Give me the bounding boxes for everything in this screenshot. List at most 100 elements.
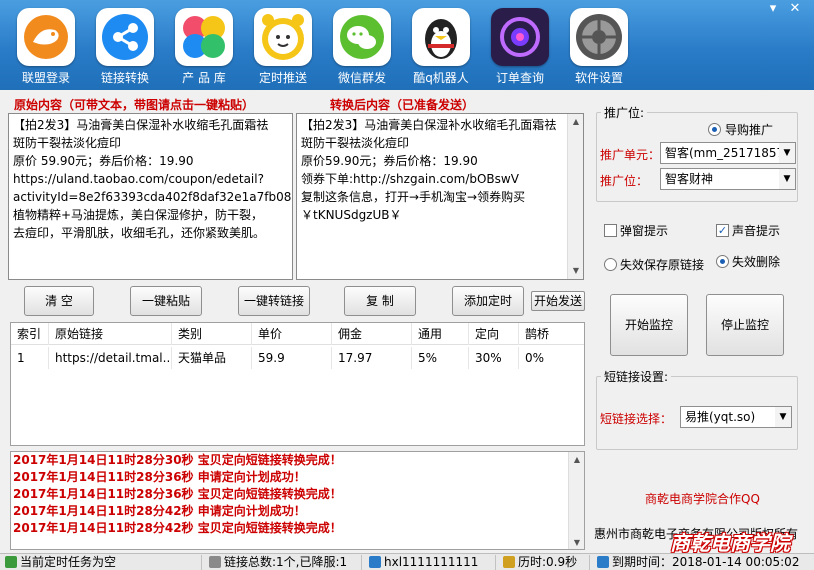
column-header[interactable]: 定向 xyxy=(469,323,519,345)
cell-targeted: 30% xyxy=(469,347,519,369)
add-timer-button[interactable]: 添加定时 xyxy=(452,286,524,316)
tool-label: 软件设置 xyxy=(574,71,623,85)
chevron-down-icon: ▼ xyxy=(779,169,795,189)
promo-unit-select[interactable]: 智客(mm_25171857_ ▼ xyxy=(660,142,796,164)
column-header[interactable]: 原始链接 xyxy=(49,323,172,345)
minimize-button[interactable]: ▾ xyxy=(764,2,782,18)
guide-promo-label: 导购推广 xyxy=(725,123,774,137)
tool-label: 链接转换 xyxy=(100,71,149,85)
source-text: 【拍2发3】马油膏美白保湿补水收缩毛孔面霜祛斑防干裂祛淡化痘印 原价 59.90… xyxy=(13,118,292,240)
delete-invalid-label: 失效删除 xyxy=(732,255,781,269)
promo-position-label: 推广位： xyxy=(600,174,649,188)
toolbar: 联盟登录 链接转换 产 品 库 定时推送 微信群发 酷q机器人 订单查询 软件设… xyxy=(0,0,814,90)
tool-link-convert[interactable]: 链接转换 xyxy=(88,8,162,88)
popup-checkbox[interactable] xyxy=(604,224,617,237)
start-send-button[interactable]: 开始发送 xyxy=(531,291,585,311)
tool-alliance-login[interactable]: 联盟登录 xyxy=(9,8,83,88)
bubbles-icon xyxy=(175,8,233,66)
shortlink-select[interactable]: 易推(yqt.so) ▼ xyxy=(680,406,792,428)
scroll-down-icon[interactable]: ▼ xyxy=(568,263,583,279)
settings-icon xyxy=(570,8,628,66)
log-scrollbar[interactable]: ▲ ▼ xyxy=(568,452,584,549)
popup-label: 弹窗提示 xyxy=(620,224,669,238)
tool-label: 微信群发 xyxy=(337,71,386,85)
scroll-up-icon[interactable]: ▲ xyxy=(569,452,584,468)
chevron-down-icon: ▼ xyxy=(779,143,795,163)
shortlink-group-label: 短链接设置: xyxy=(601,368,672,385)
tool-label: 定时推送 xyxy=(258,71,307,85)
status-links: 链接总数:1个,已降服:1 xyxy=(206,555,362,570)
table-row[interactable]: 1 https://detail.tmal... 天猫单品 59.9 17.97… xyxy=(11,347,584,369)
column-header[interactable]: 通用 xyxy=(412,323,469,345)
keep-invalid-radio[interactable] xyxy=(604,258,617,271)
column-header[interactable]: 类别 xyxy=(172,323,252,345)
tool-label: 产 品 库 xyxy=(182,71,226,85)
tool-product-library[interactable]: 产 品 库 xyxy=(167,8,241,88)
promo-group-label: 推广位: xyxy=(601,104,648,121)
close-button[interactable]: ✕ xyxy=(786,2,804,18)
tool-label: 联盟登录 xyxy=(21,71,70,85)
timer-icon xyxy=(5,556,17,568)
stop-monitor-button[interactable]: 停止监控 xyxy=(706,294,784,356)
guide-promo-radio[interactable] xyxy=(708,123,721,136)
alarm-clock-icon xyxy=(254,8,312,66)
delete-invalid-radio[interactable] xyxy=(716,255,729,268)
converted-text: 【拍2发3】马油膏美白保湿补水收缩毛孔面霜祛斑防干裂祛淡化痘印 原价59.90元… xyxy=(301,118,557,222)
sound-checkbox[interactable]: ✓ xyxy=(716,224,729,237)
cell-magpie-bridge: 0% xyxy=(525,351,545,365)
order-icon xyxy=(491,8,549,66)
scroll-up-icon[interactable]: ▲ xyxy=(568,114,583,130)
link-icon xyxy=(209,556,221,568)
column-header[interactable]: 单价 xyxy=(252,323,332,345)
converted-scrollbar[interactable]: ▲ ▼ xyxy=(567,114,583,279)
cell-original-link: https://detail.tmal... xyxy=(49,347,172,369)
log-output[interactable]: 2017年1月14日11时28分30秒 宝贝定向短链接转换完成！ 2017年1月… xyxy=(10,451,585,550)
cell-price: 59.9 xyxy=(252,347,332,369)
tool-label: 订单查询 xyxy=(495,71,544,85)
start-monitor-button[interactable]: 开始监控 xyxy=(610,294,688,356)
promo-unit-value: 智客(mm_25171857_ xyxy=(665,146,791,160)
tool-label: 酷q机器人 xyxy=(413,71,469,85)
user-icon xyxy=(369,556,381,568)
promo-position-value: 智客财神 xyxy=(665,172,714,186)
tool-software-settings[interactable]: 软件设置 xyxy=(562,8,636,88)
table-header: 索引 原始链接 类别 单价 佣金 通用 定向 鹊桥 xyxy=(11,323,584,345)
promo-unit-label: 推广单元： xyxy=(600,148,661,162)
wechat-icon xyxy=(333,8,391,66)
paste-button[interactable]: 一键粘贴 xyxy=(130,286,202,316)
log-line: 2017年1月14日11时28分36秒 申请定向计划成功！ xyxy=(13,470,306,484)
converted-textarea[interactable]: 【拍2发3】马油膏美白保湿补水收缩毛孔面霜祛斑防干裂祛淡化痘印 原价59.90元… xyxy=(296,113,584,280)
log-line: 2017年1月14日11时28分30秒 宝贝定向短链接转换完成！ xyxy=(13,453,342,467)
status-timer: 当前定时任务为空 xyxy=(2,555,202,570)
tool-order-query[interactable]: 订单查询 xyxy=(483,8,557,88)
promo-position-select[interactable]: 智客财神 ▼ xyxy=(660,168,796,190)
source-heading: 原始内容（可带文本，带图请点击一键粘贴） xyxy=(14,98,255,112)
cell-category: 天猫单品 xyxy=(172,347,252,369)
status-elapsed: 历时:0.9秒 xyxy=(500,555,590,570)
column-header[interactable]: 佣金 xyxy=(332,323,412,345)
cooperation-link[interactable]: 商乾电商学院合作QQ xyxy=(645,490,760,507)
status-user: hxl1111111111 xyxy=(366,555,496,570)
status-expire: 到期时间：2018-01-14 00:05:02 xyxy=(594,555,812,570)
scroll-down-icon[interactable]: ▼ xyxy=(569,535,584,549)
source-textarea[interactable]: 【拍2发3】马油膏美白保湿补水收缩毛孔面霜祛斑防干裂祛淡化痘印 原价 59.90… xyxy=(8,113,293,280)
clock-icon xyxy=(503,556,515,568)
clear-button[interactable]: 清 空 xyxy=(24,286,94,316)
cell-general: 5% xyxy=(412,347,469,369)
chevron-down-icon: ▼ xyxy=(775,407,791,427)
shortlink-select-label: 短链接选择： xyxy=(600,412,673,426)
converted-heading: 转换后内容（已准备发送） xyxy=(330,98,475,112)
status-bar: 当前定时任务为空 链接总数:1个,已降服:1 hxl1111111111 历时:… xyxy=(0,553,814,570)
tool-wechat-broadcast[interactable]: 微信群发 xyxy=(325,8,399,88)
column-header[interactable]: 索引 xyxy=(11,323,49,345)
link-table: 索引 原始链接 类别 单价 佣金 通用 定向 鹊桥 1 https://deta… xyxy=(10,322,585,446)
log-line: 2017年1月14日11时28分36秒 宝贝定向短链接转换完成！ xyxy=(13,487,342,501)
tool-coolq-robot[interactable]: 酷q机器人 xyxy=(404,8,478,88)
convert-link-button[interactable]: 一键转链接 xyxy=(238,286,310,316)
copy-button[interactable]: 复 制 xyxy=(344,286,416,316)
shortlink-value: 易推(yqt.so) xyxy=(685,410,756,424)
column-header[interactable]: 鹊桥 xyxy=(519,323,584,345)
calendar-icon xyxy=(597,556,609,568)
tool-timed-push[interactable]: 定时推送 xyxy=(246,8,320,88)
sound-label: 声音提示 xyxy=(732,224,781,238)
